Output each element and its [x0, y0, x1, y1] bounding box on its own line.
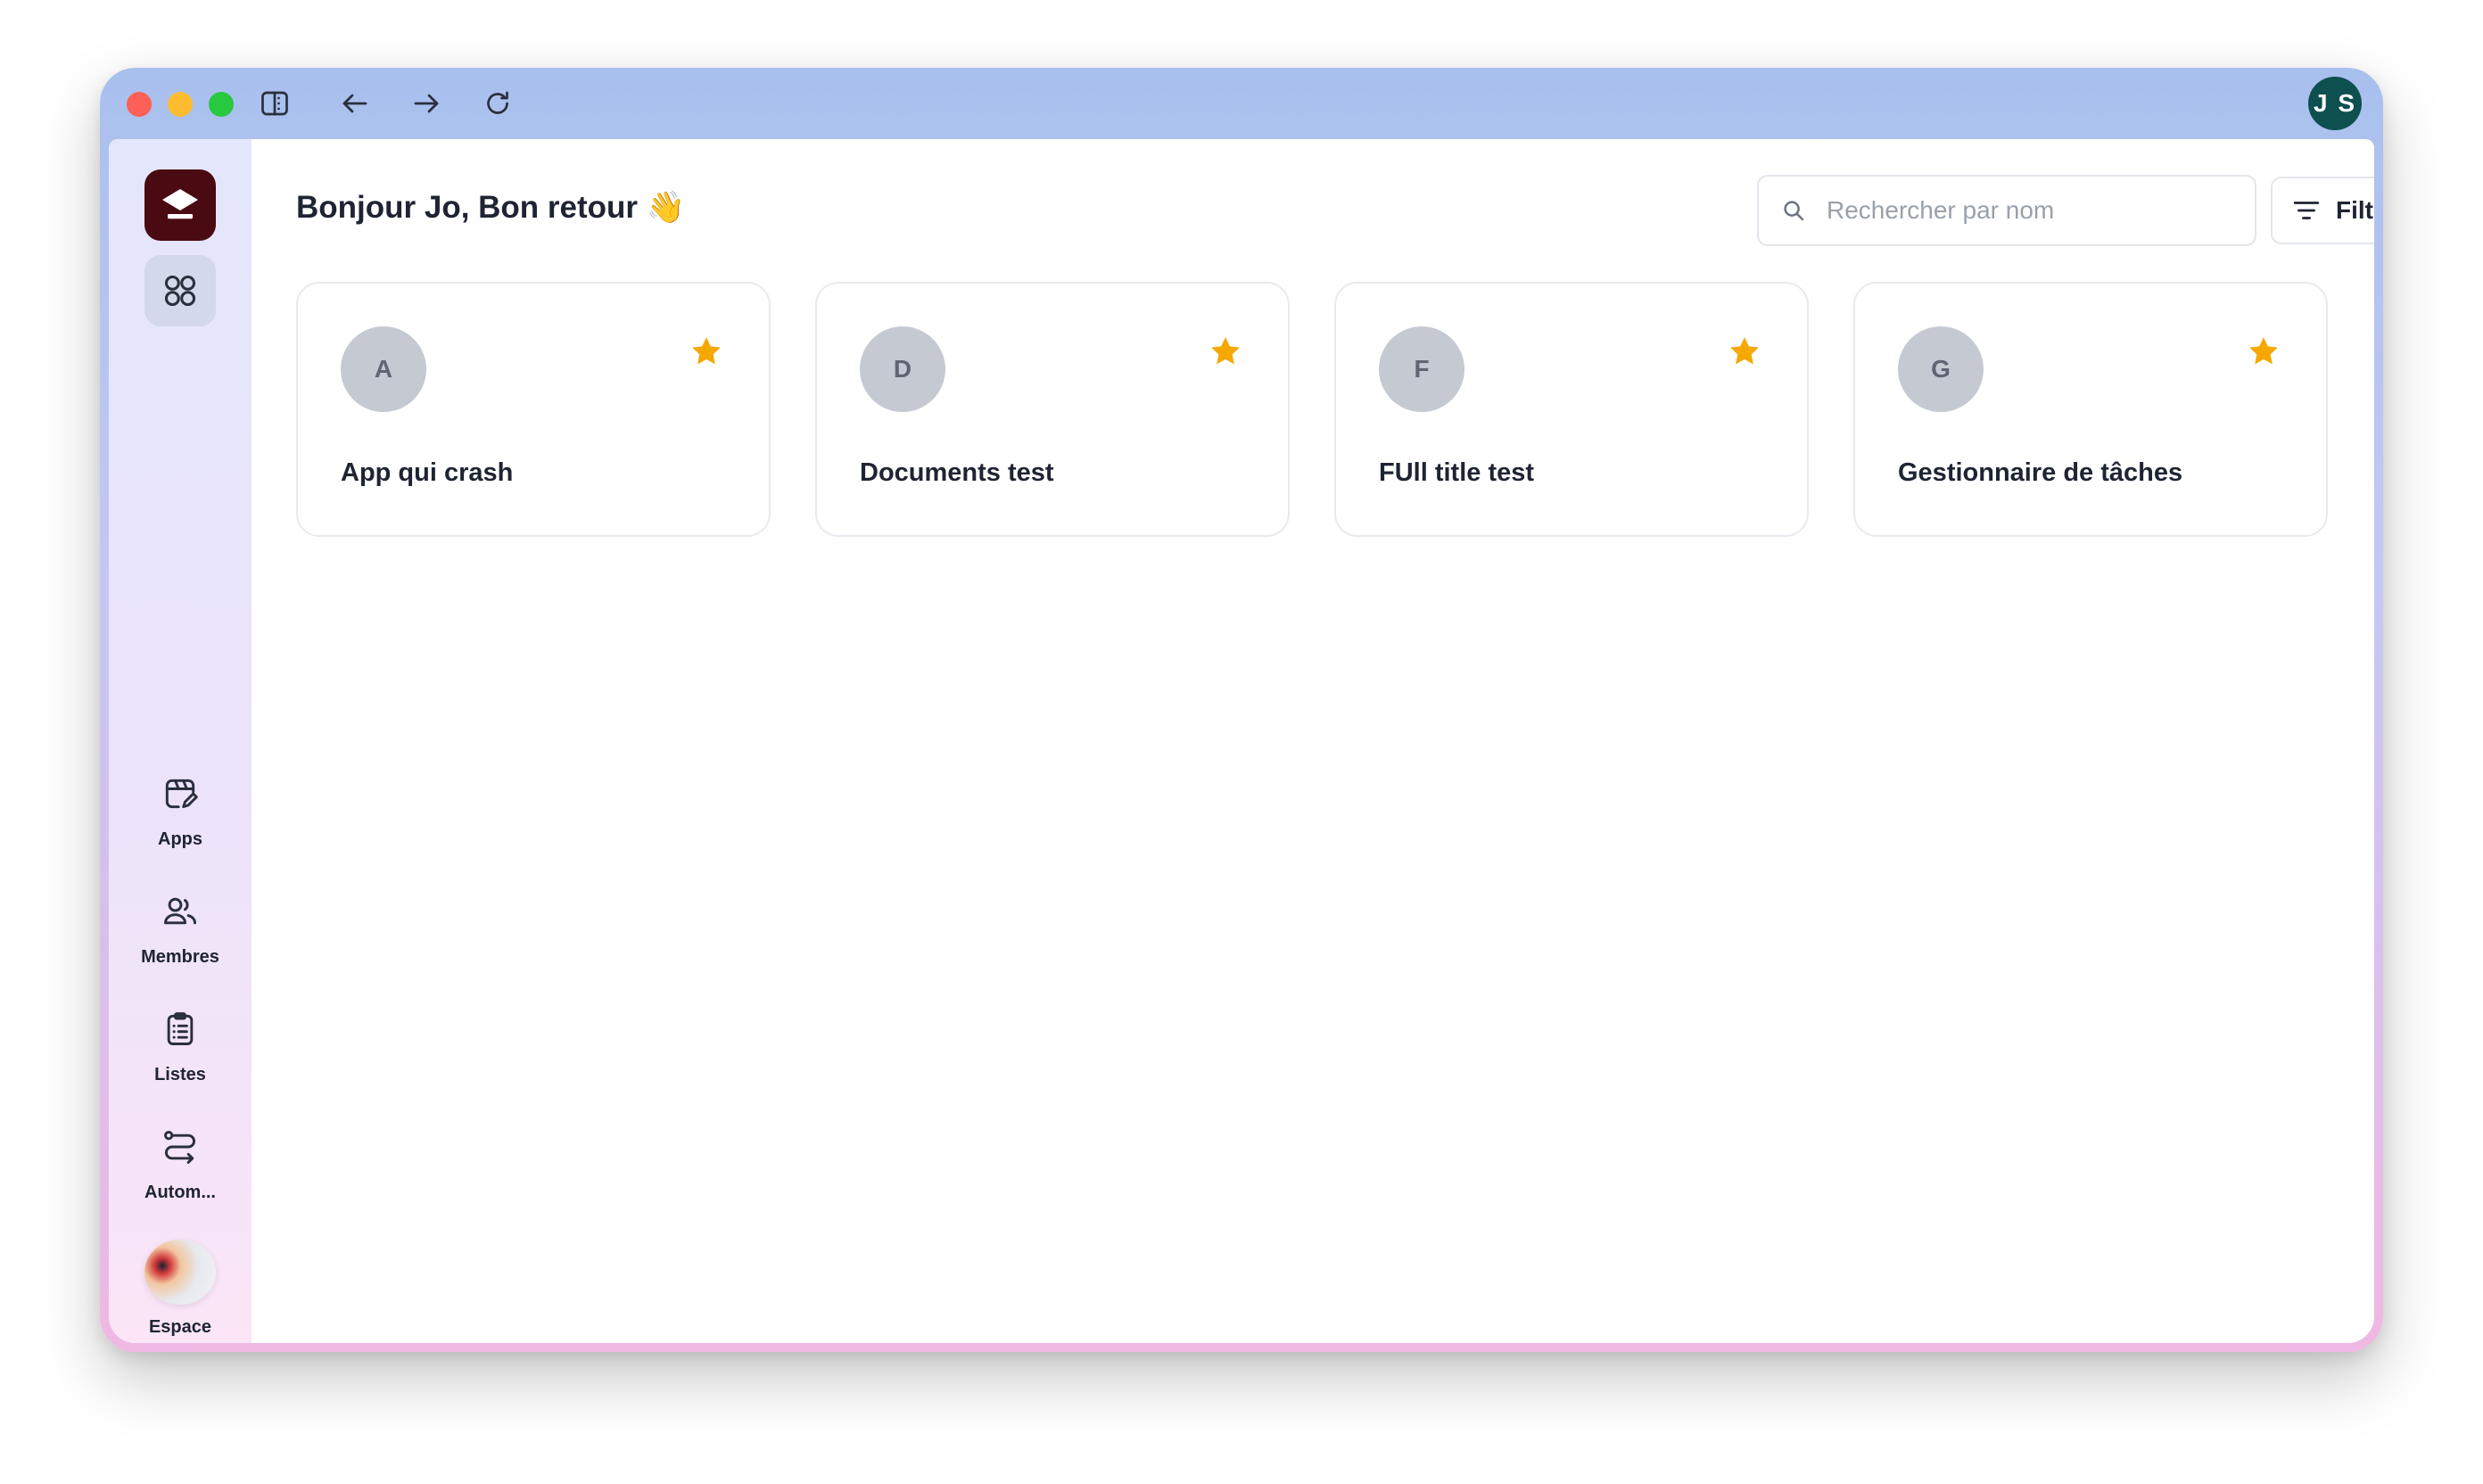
workspace-avatar: [144, 1240, 216, 1305]
sidebar-toggle-icon[interactable]: [255, 84, 294, 123]
app-card-title: FUll title test: [1379, 458, 1535, 487]
app-logo[interactable]: [144, 169, 216, 241]
sidebar-item-label: Autom...: [144, 1183, 216, 1202]
app-initial-avatar: A: [341, 326, 426, 412]
sidebar-item-listes[interactable]: Listes: [109, 1004, 252, 1102]
app-initial-avatar: G: [1898, 326, 1984, 412]
sidebar-item-label: Espace: [148, 1317, 212, 1337]
search-input[interactable]: [1827, 196, 2237, 225]
filters-button[interactable]: Filtres: [2271, 177, 2374, 244]
reload-icon[interactable]: [478, 84, 517, 123]
grid-icon: [164, 275, 196, 307]
clipboard-list-icon: [167, 1012, 194, 1045]
app-card[interactable]: D Documents test: [815, 282, 1290, 537]
sidebar-item-label: Membres: [141, 947, 219, 967]
app-initial-avatar: D: [860, 326, 945, 412]
apps-edit-icon: [165, 779, 198, 809]
sidebar-item-label: Listes: [154, 1065, 206, 1084]
minimize-window-button[interactable]: [168, 92, 193, 117]
sidebar-item-espace[interactable]: Espace: [109, 1240, 252, 1338]
app-card[interactable]: G Gestionnaire de tâches: [1853, 282, 2328, 537]
sidebar-item-label: Apps: [158, 829, 202, 849]
main-panel: Bonjour Jo, Bon retour 👋 Filtres 1 A: [252, 139, 2374, 1343]
app-initial-avatar: F: [1379, 326, 1464, 412]
sidebar-item-membres[interactable]: Membres: [109, 886, 252, 985]
title-bar: J S: [100, 68, 2383, 139]
filters-label: Filtres: [2335, 196, 2374, 224]
user-initials: J S: [2313, 89, 2357, 117]
search-box[interactable]: [1757, 175, 2256, 246]
app-card[interactable]: A App qui crash: [296, 282, 771, 537]
app-card-title: App qui crash: [341, 458, 514, 487]
star-favorite-icon[interactable]: [1208, 334, 1243, 369]
user-avatar[interactable]: J S: [2308, 77, 2362, 130]
star-favorite-icon[interactable]: [689, 334, 724, 369]
close-window-button[interactable]: [127, 92, 152, 117]
app-card-title: Documents test: [860, 458, 1054, 487]
app-card[interactable]: F FUll title test: [1334, 282, 1809, 537]
search-icon: [1784, 201, 1804, 221]
maximize-window-button[interactable]: [209, 92, 234, 117]
graduation-cap-icon: [162, 189, 198, 219]
star-favorite-icon[interactable]: [1727, 334, 1762, 369]
star-favorite-icon[interactable]: [2246, 334, 2281, 369]
app-card-title: Gestionnaire de tâches: [1898, 458, 2183, 487]
automation-route-icon: [164, 1131, 196, 1164]
filter-lines-icon: [2293, 202, 2320, 219]
page-title: Bonjour Jo, Bon retour 👋: [296, 190, 686, 225]
back-arrow-icon[interactable]: [335, 84, 375, 123]
sidebar-item-apps[interactable]: Apps: [109, 769, 252, 867]
forward-arrow-icon[interactable]: [407, 84, 446, 123]
grid-apps-button[interactable]: [144, 255, 216, 326]
sidebar-item-automations[interactable]: Autom...: [109, 1122, 252, 1220]
browser-window: J S Apps Membres Listes Autom... Espace …: [100, 68, 2383, 1352]
sidebar: Apps Membres Listes Autom... Espace: [109, 139, 252, 1343]
members-icon: [164, 897, 196, 925]
app-content: Apps Membres Listes Autom... Espace Bonj…: [109, 139, 2374, 1343]
